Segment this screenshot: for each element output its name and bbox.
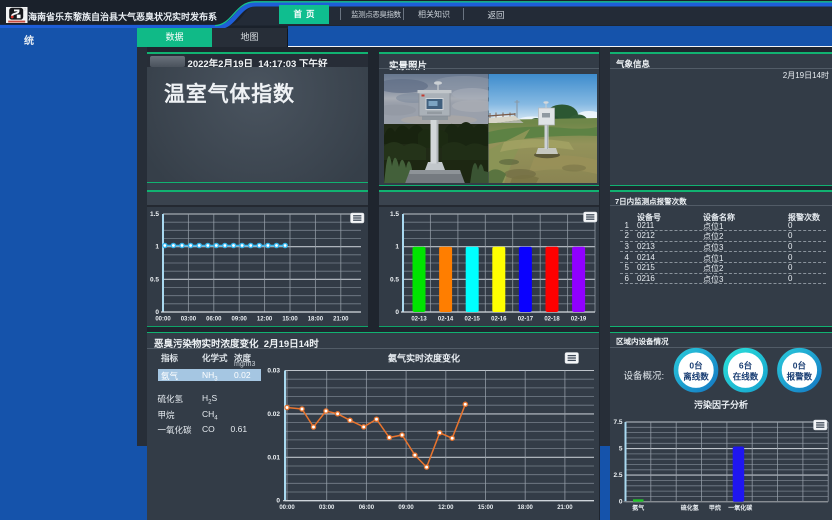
svg-text:离线数: 离线数 xyxy=(683,372,709,382)
svg-text:2.5: 2.5 xyxy=(613,472,622,479)
svg-text:0台: 0台 xyxy=(689,361,703,371)
svg-text:02-13: 02-13 xyxy=(411,317,427,323)
svg-text:02-18: 02-18 xyxy=(544,317,560,323)
svg-text:02-16: 02-16 xyxy=(491,317,507,323)
svg-text:0.5: 0.5 xyxy=(150,276,159,283)
svg-text:报警数: 报警数 xyxy=(787,372,813,382)
svg-text:一氧化碳: 一氧化碳 xyxy=(728,504,753,512)
svg-text:03:00: 03:00 xyxy=(319,505,335,511)
svg-text:03:00: 03:00 xyxy=(181,317,197,323)
svg-text:7.5: 7.5 xyxy=(613,419,622,426)
svg-text:09:00: 09:00 xyxy=(232,317,248,323)
svg-text:在线数: 在线数 xyxy=(733,372,759,382)
svg-text:18:00: 18:00 xyxy=(518,505,534,511)
svg-text:氨气: 氨气 xyxy=(632,504,644,512)
svg-text:6台: 6台 xyxy=(739,361,753,371)
svg-text:21:00: 21:00 xyxy=(557,505,573,511)
svg-text:硫化氢: 硫化氢 xyxy=(681,504,699,512)
svg-text:02-17: 02-17 xyxy=(518,317,534,323)
svg-text:15:00: 15:00 xyxy=(478,505,494,511)
svg-text:0.5: 0.5 xyxy=(390,276,399,283)
svg-text:02-15: 02-15 xyxy=(465,317,481,323)
svg-text:02-14: 02-14 xyxy=(438,317,454,323)
svg-text:设备概况:: 设备概况: xyxy=(624,370,665,382)
svg-text:18:00: 18:00 xyxy=(308,317,324,323)
svg-text:1.5: 1.5 xyxy=(150,211,159,218)
svg-text:1.5: 1.5 xyxy=(390,211,399,218)
svg-text:0: 0 xyxy=(155,309,159,316)
svg-text:09:00: 09:00 xyxy=(398,505,414,511)
svg-text:12:00: 12:00 xyxy=(257,317,273,323)
svg-text:氨气实时浓度变化: 氨气实时浓度变化 xyxy=(388,353,460,364)
svg-text:0: 0 xyxy=(619,499,623,506)
svg-text:污染因子分析: 污染因子分析 xyxy=(694,399,748,410)
svg-text:21:00: 21:00 xyxy=(333,317,349,323)
svg-text:0.02: 0.02 xyxy=(267,411,280,418)
svg-text:06:00: 06:00 xyxy=(206,317,222,323)
svg-text:15:00: 15:00 xyxy=(282,317,298,323)
svg-text:0.01: 0.01 xyxy=(267,454,280,461)
svg-text:00:00: 00:00 xyxy=(279,505,295,511)
svg-text:5: 5 xyxy=(619,446,623,453)
svg-text:甲烷: 甲烷 xyxy=(709,504,721,512)
svg-text:1: 1 xyxy=(155,244,159,251)
svg-text:0.03: 0.03 xyxy=(267,368,280,375)
svg-text:0: 0 xyxy=(395,309,399,316)
svg-text:12:00: 12:00 xyxy=(438,505,454,511)
svg-text:02-19: 02-19 xyxy=(571,317,587,323)
svg-text:0: 0 xyxy=(276,498,280,505)
svg-text:0台: 0台 xyxy=(793,361,807,371)
svg-text:00:00: 00:00 xyxy=(155,317,171,323)
svg-text:1: 1 xyxy=(395,244,399,251)
svg-text:06:00: 06:00 xyxy=(359,505,375,511)
